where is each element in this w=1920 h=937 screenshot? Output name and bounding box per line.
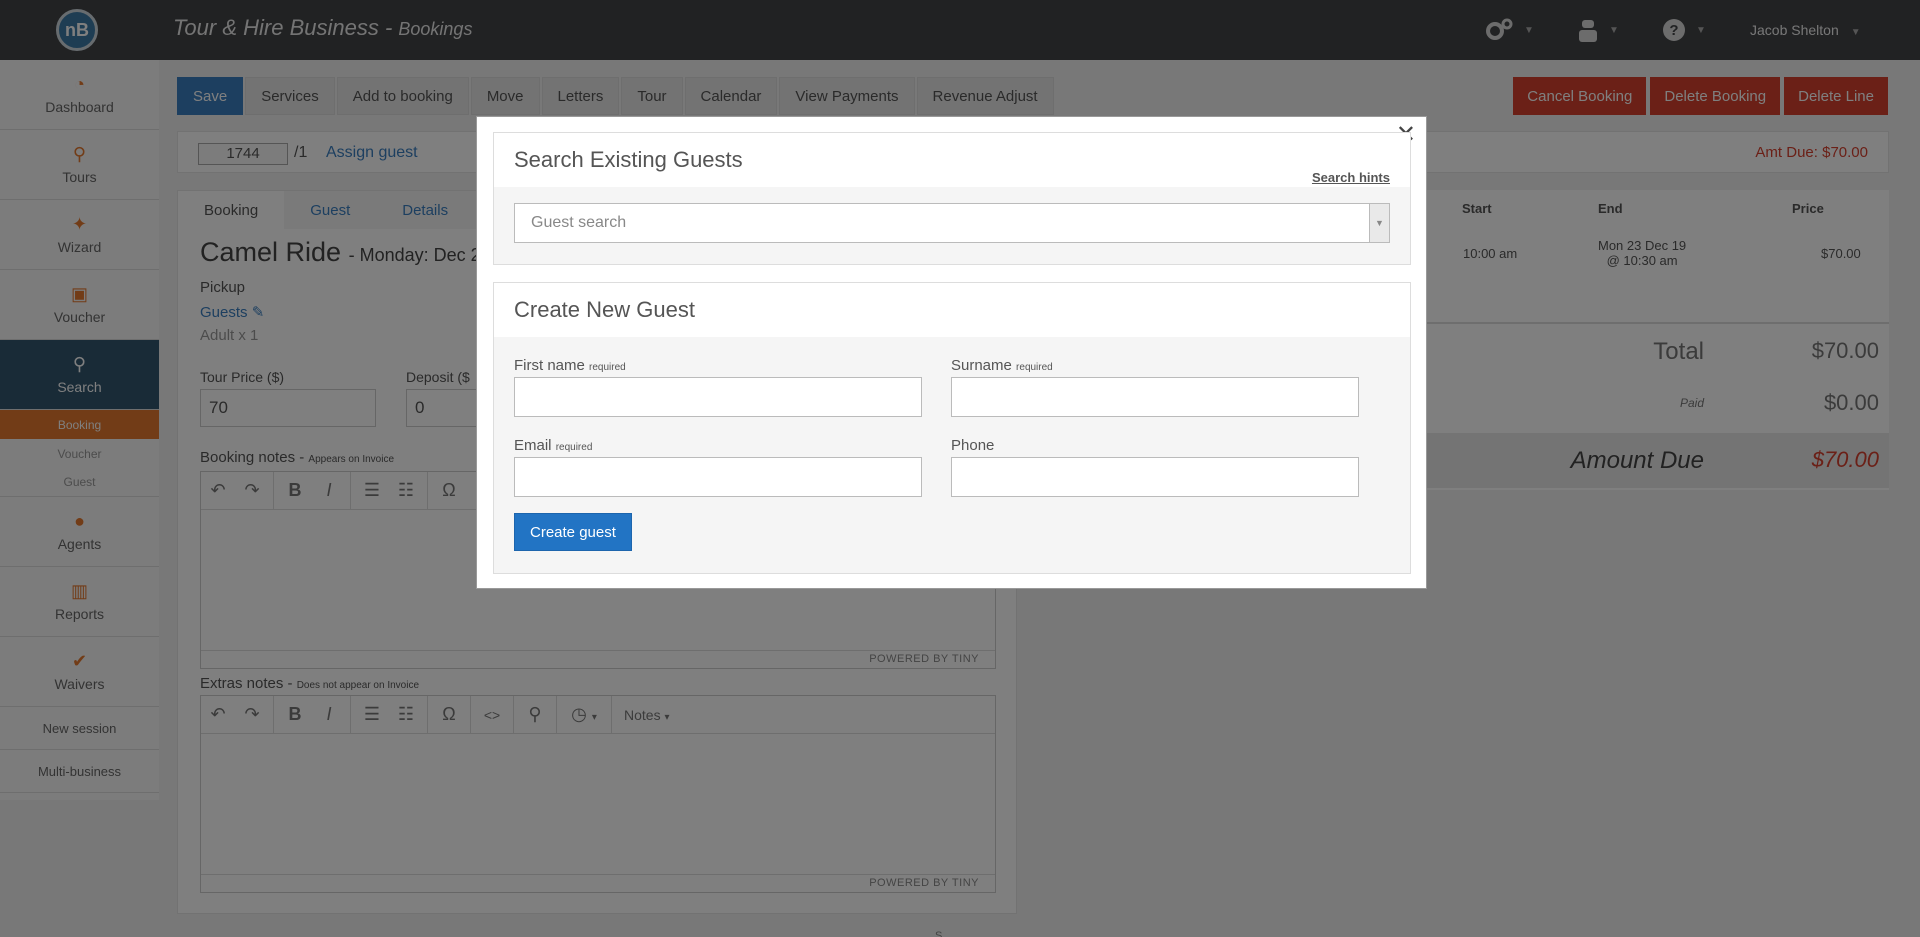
create-guest-body: First name required Surname required Ema… [494,337,1410,573]
create-guest-title: Create New Guest [494,283,1410,337]
search-guests-card: Search Existing Guests Search hints Gues… [493,132,1411,265]
guest-search-input[interactable]: Guest search ▼ [514,203,1390,243]
create-guest-card: Create New Guest First name required Sur… [493,282,1411,574]
search-guests-body: Guest search ▼ [494,187,1410,264]
phone-label: Phone [951,437,995,454]
email-field[interactable] [514,457,922,497]
surname-label: Surname required [951,357,1053,374]
email-label: Email required [514,437,593,454]
create-guest-button[interactable]: Create guest [514,513,632,551]
surname-field[interactable] [951,377,1359,417]
search-guests-title: Search Existing Guests Search hints [494,133,1410,187]
phone-field[interactable] [951,457,1359,497]
first-name-field[interactable] [514,377,922,417]
chevron-down-icon[interactable]: ▼ [1369,204,1389,242]
first-name-label: First name required [514,357,626,374]
assign-guest-modal: ✕ Search Existing Guests Search hints Gu… [476,116,1427,589]
